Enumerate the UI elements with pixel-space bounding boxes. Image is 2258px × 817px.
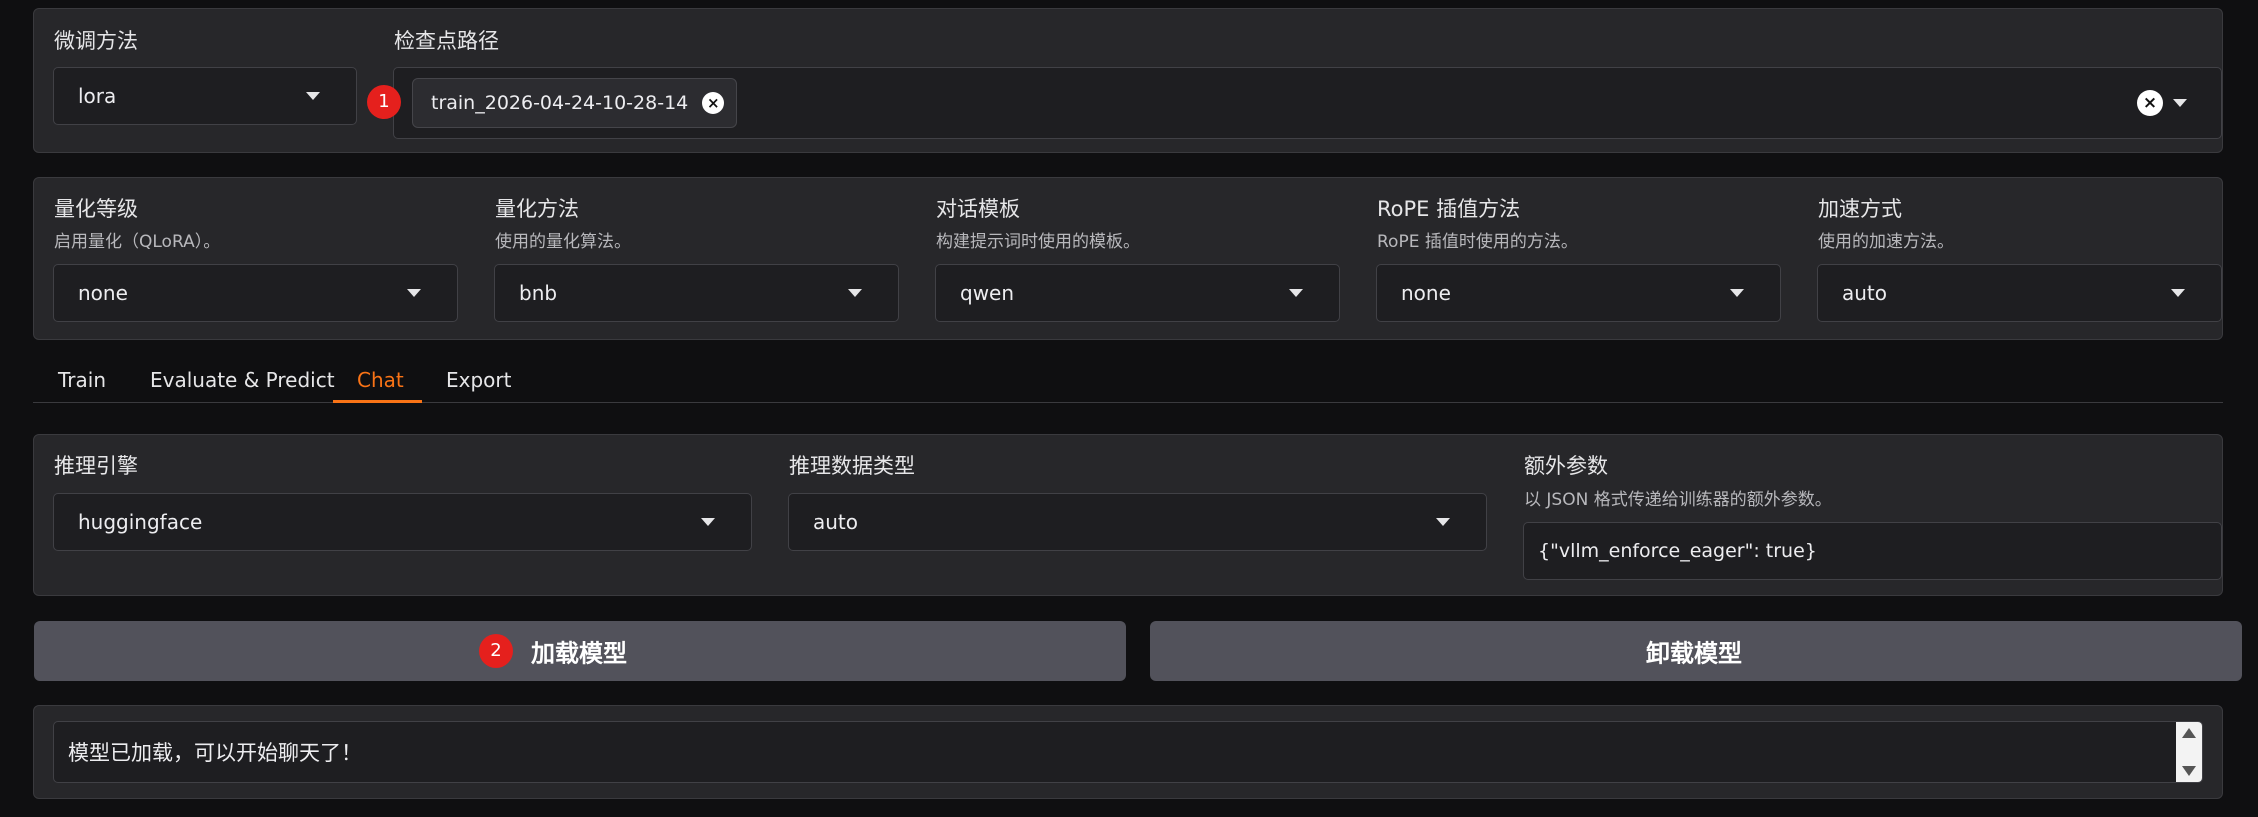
extra-args-value: {"vllm_enforce_eager": true} [1538, 540, 1817, 562]
quant-level-dropdown[interactable]: none [53, 264, 458, 322]
load-model-label: 加载模型 [531, 639, 627, 668]
step-badge-2: 2 [479, 634, 513, 668]
clear-all-icon[interactable]: × [2137, 90, 2163, 116]
chevron-down-icon[interactable] [2173, 99, 2187, 107]
settings-panel: 量化等级 启用量化（QLoRA）。 none 量化方法 使用的量化算法。 bnb… [33, 177, 2223, 340]
booster-dropdown[interactable]: auto [1817, 264, 2222, 322]
checkpoint-path-label: 检查点路径 [394, 29, 499, 53]
quant-level-value: none [78, 281, 128, 305]
extra-args-label: 额外参数 [1524, 454, 1608, 478]
infer-engine-dropdown[interactable]: huggingface [53, 493, 752, 551]
chevron-down-icon [701, 518, 715, 526]
finetune-method-dropdown[interactable]: lora [53, 67, 357, 125]
unload-model-button[interactable]: 卸载模型 [1150, 621, 2242, 681]
quant-level-desc: 启用量化（QLoRA）。 [54, 232, 221, 252]
checkpoint-chip[interactable]: train_2026-04-24-10-28-14 × [412, 78, 738, 128]
infer-dtype-value: auto [813, 510, 859, 534]
infer-dtype-label: 推理数据类型 [789, 454, 915, 478]
unload-model-label: 卸载模型 [1646, 639, 1742, 668]
chat-template-value: qwen [960, 281, 1015, 305]
quant-method-dropdown[interactable]: bnb [494, 264, 899, 322]
quant-method-value: bnb [519, 281, 558, 305]
chat-template-label: 对话模板 [936, 197, 1020, 221]
chat-template-dropdown[interactable]: qwen [935, 264, 1340, 322]
tab-export[interactable]: Export [446, 368, 511, 392]
rope-scaling-dropdown[interactable]: none [1376, 264, 1781, 322]
finetune-method-value: lora [78, 84, 117, 108]
status-panel: 模型已加载，可以开始聊天了！ [33, 705, 2223, 799]
checkpoint-path-dropdown[interactable]: train_2026-04-24-10-28-14 × × [393, 67, 2222, 139]
infer-engine-value: huggingface [78, 510, 203, 534]
inference-panel: 推理引擎 huggingface 推理数据类型 auto 额外参数 以 JSON… [33, 434, 2223, 596]
active-tab-indicator [333, 400, 422, 403]
chevron-down-icon [407, 289, 421, 297]
tab-evaluate-predict[interactable]: Evaluate & Predict [150, 368, 335, 392]
load-model-button[interactable]: 2 加载模型 [34, 621, 1126, 681]
finetune-method-label: 微调方法 [54, 29, 138, 53]
step-badge-1: 1 [367, 85, 401, 119]
quant-level-label: 量化等级 [54, 197, 138, 221]
scroll-up-icon[interactable] [2182, 728, 2196, 738]
booster-desc: 使用的加速方法。 [1818, 232, 1954, 252]
scrollbar[interactable] [2176, 722, 2202, 782]
booster-value: auto [1842, 281, 1888, 305]
checkpoint-chip-label: train_2026-04-24-10-28-14 [431, 92, 689, 114]
extra-args-desc: 以 JSON 格式传递给训练器的额外参数。 [1524, 490, 1832, 510]
chevron-down-icon [1730, 289, 1744, 297]
booster-label: 加速方式 [1818, 197, 1902, 221]
rope-scaling-label: RoPE 插值方法 [1377, 197, 1521, 221]
rope-scaling-desc: RoPE 插值时使用的方法。 [1377, 232, 1578, 252]
scroll-down-icon[interactable] [2182, 766, 2196, 776]
extra-args-input[interactable]: {"vllm_enforce_eager": true} [1523, 522, 2222, 580]
finetune-panel: 微调方法 lora 检查点路径 train_2026-04-24-10-28-1… [33, 8, 2223, 153]
quant-method-label: 量化方法 [495, 197, 579, 221]
status-textbox[interactable]: 模型已加载，可以开始聊天了！ [53, 721, 2203, 783]
remove-chip-icon[interactable]: × [702, 92, 725, 114]
chevron-down-icon [1289, 289, 1303, 297]
chevron-down-icon [1436, 518, 1450, 526]
tab-chat[interactable]: Chat [357, 368, 404, 392]
tab-train[interactable]: Train [58, 368, 106, 392]
quant-method-desc: 使用的量化算法。 [495, 232, 631, 252]
infer-dtype-dropdown[interactable]: auto [788, 493, 1487, 551]
chevron-down-icon [306, 92, 320, 100]
chat-template-desc: 构建提示词时使用的模板。 [936, 232, 1140, 252]
chevron-down-icon [848, 289, 862, 297]
infer-engine-label: 推理引擎 [54, 454, 138, 478]
chevron-down-icon [2171, 289, 2185, 297]
status-message: 模型已加载，可以开始聊天了！ [68, 741, 362, 765]
rope-scaling-value: none [1401, 281, 1451, 305]
